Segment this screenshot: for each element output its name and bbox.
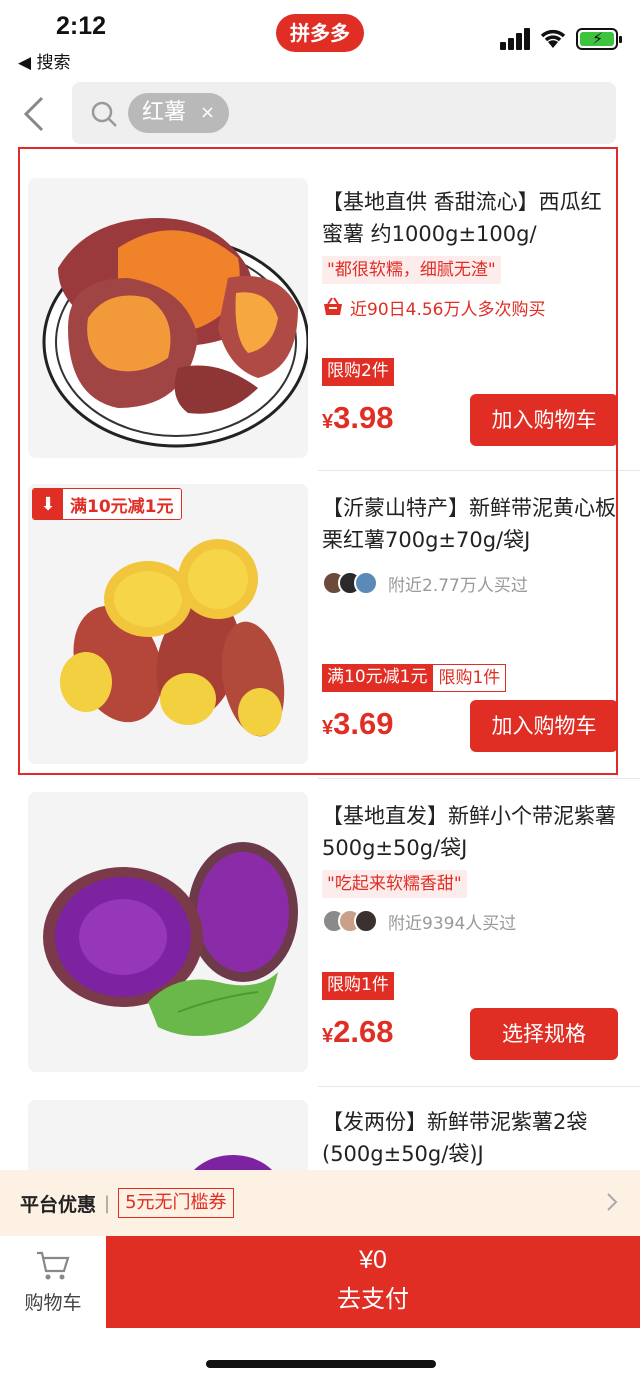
product-badges: 限购2件 [322,358,394,386]
separator: | [104,1192,111,1214]
sweet-potato-plate-image [28,178,308,458]
product-image[interactable] [28,178,308,458]
app-logo: 拼多多 [276,14,364,52]
product-card[interactable]: 【基地直发】新鲜小个带泥紫薯500g±50g/袋J "吃起来软糯香甜" 附近93… [0,778,640,1084]
cart-icon [37,1251,70,1280]
search-icon [91,101,117,127]
currency-symbol: ¥ [322,1025,334,1047]
price-value: 3.98 [333,400,394,435]
wifi-icon [540,29,566,48]
product-info: 【沂蒙山特产】新鲜带泥黄心板栗红薯700g±70g/袋J 附近2.77万人买过 … [322,470,618,776]
checkout-button[interactable]: ¥0 去支付 [106,1236,640,1328]
home-indicator[interactable] [206,1360,436,1368]
buyer-avatars [322,909,378,933]
product-social-proof: 近90日4.56万人多次购买 [322,294,618,320]
product-price: ¥2.68 [322,1014,393,1050]
product-social-proof: 附近2.77万人买过 [322,570,618,596]
product-image[interactable] [28,792,308,1072]
product-image[interactable] [28,1100,308,1170]
basket-icon [324,297,342,315]
product-image[interactable]: ⬇ 满10元减1元 [28,484,308,764]
battery-icon: ⚡ [576,28,622,50]
status-time: 2:12 [56,12,107,40]
price-value: 2.68 [333,1014,394,1049]
social-proof-text: 附近9394人买过 [388,913,517,934]
product-info: 【基地直供 香甜流心】西瓜红蜜薯 约1000g±100g/ "都很软糯，细腻无渣… [322,164,618,470]
currency-symbol: ¥ [322,717,334,739]
product-title[interactable]: 【沂蒙山特产】新鲜带泥黄心板栗红薯700g±70g/袋J [322,492,618,556]
arrow-down-icon: ⬇ [33,489,63,519]
product-info: 【基地直发】新鲜小个带泥紫薯500g±50g/袋J "吃起来软糯香甜" 附近93… [322,778,618,1084]
platform-discount-label: 平台优惠 [20,1193,97,1216]
product-title[interactable]: 【基地直供 香甜流心】西瓜红蜜薯 约1000g±100g/ [322,186,618,250]
promo-corner-text: 满10元减1元 [70,496,174,517]
bottom-bar: 购物车 ¥0 去支付 [0,1236,640,1328]
buyer-avatars [322,571,378,595]
product-social-proof: 附近9394人买过 [322,908,618,934]
product-price: ¥3.98 [322,400,393,436]
select-spec-button[interactable]: 选择规格 [470,1008,618,1060]
product-review-quote: "吃起来软糯香甜" [322,870,467,898]
search-keyword-tag[interactable]: 红薯 × [128,93,230,133]
cart-label: 购物车 [24,1292,82,1314]
product-card[interactable]: ⬇ 满10元减1元 【沂蒙山特产】新鲜带泥黄心板栗红薯700g±70g/袋J 附… [0,470,640,776]
product-info: 【发两份】新鲜带泥紫薯2袋(500g±50g/袋)J [322,1086,618,1170]
product-card[interactable]: 【发两份】新鲜带泥紫薯2袋(500g±50g/袋)J [0,1086,640,1170]
product-badges: 限购1件 [322,972,394,1000]
total-amount: ¥0 [359,1246,387,1274]
yellow-sweet-potato-image [28,484,308,764]
signal-icon [500,28,532,50]
back-arrow-icon[interactable] [20,94,50,134]
checkout-label: 去支付 [337,1285,409,1313]
cart-button[interactable]: 购物车 [0,1236,106,1328]
chevron-right-icon[interactable] [606,1192,618,1212]
back-to-search-link[interactable]: ◀ 搜索 [18,48,70,73]
social-proof-text: 附近2.77万人买过 [388,575,528,596]
purchase-limit-badge: 限购1件 [322,972,394,1000]
clear-keyword-icon[interactable]: × [200,93,215,133]
product-title[interactable]: 【基地直发】新鲜小个带泥紫薯500g±50g/袋J [322,800,618,864]
platform-coupon-bar[interactable]: 平台优惠 | 5元无门槛券 [0,1170,640,1236]
search-bar[interactable]: 红薯 × [72,82,616,144]
purple-sweet-potato-image [28,792,308,1072]
purple-sweet-potato-image [28,1100,308,1170]
promo-corner-badge: ⬇ 满10元减1元 [32,488,182,520]
avatar [354,909,378,933]
product-badges: 满10元减1元 限购1件 [322,664,507,692]
discount-badge: 满10元减1元 [322,664,433,692]
product-title[interactable]: 【发两份】新鲜带泥紫薯2袋(500g±50g/袋)J [322,1106,618,1170]
search-keyword: 红薯 [142,100,187,125]
social-proof-text: 近90日4.56万人多次购买 [350,299,546,320]
currency-symbol: ¥ [322,411,334,433]
add-to-cart-button[interactable]: 加入购物车 [470,700,618,752]
product-review-quote: "都很软糯，细腻无渣" [322,256,501,284]
status-bar: 2:12 ◀ 搜索 拼多多 ⚡ [0,0,640,76]
purchase-limit-badge: 限购2件 [322,358,394,386]
coupon-badge[interactable]: 5元无门槛券 [118,1188,234,1218]
purchase-limit-badge: 限购1件 [432,664,507,692]
avatar [354,571,378,595]
price-value: 3.69 [333,706,394,741]
product-price: ¥3.69 [322,706,393,742]
product-card[interactable]: 【基地直供 香甜流心】西瓜红蜜薯 约1000g±100g/ "都很软糯，细腻无渣… [0,164,640,470]
add-to-cart-button[interactable]: 加入购物车 [470,394,618,446]
